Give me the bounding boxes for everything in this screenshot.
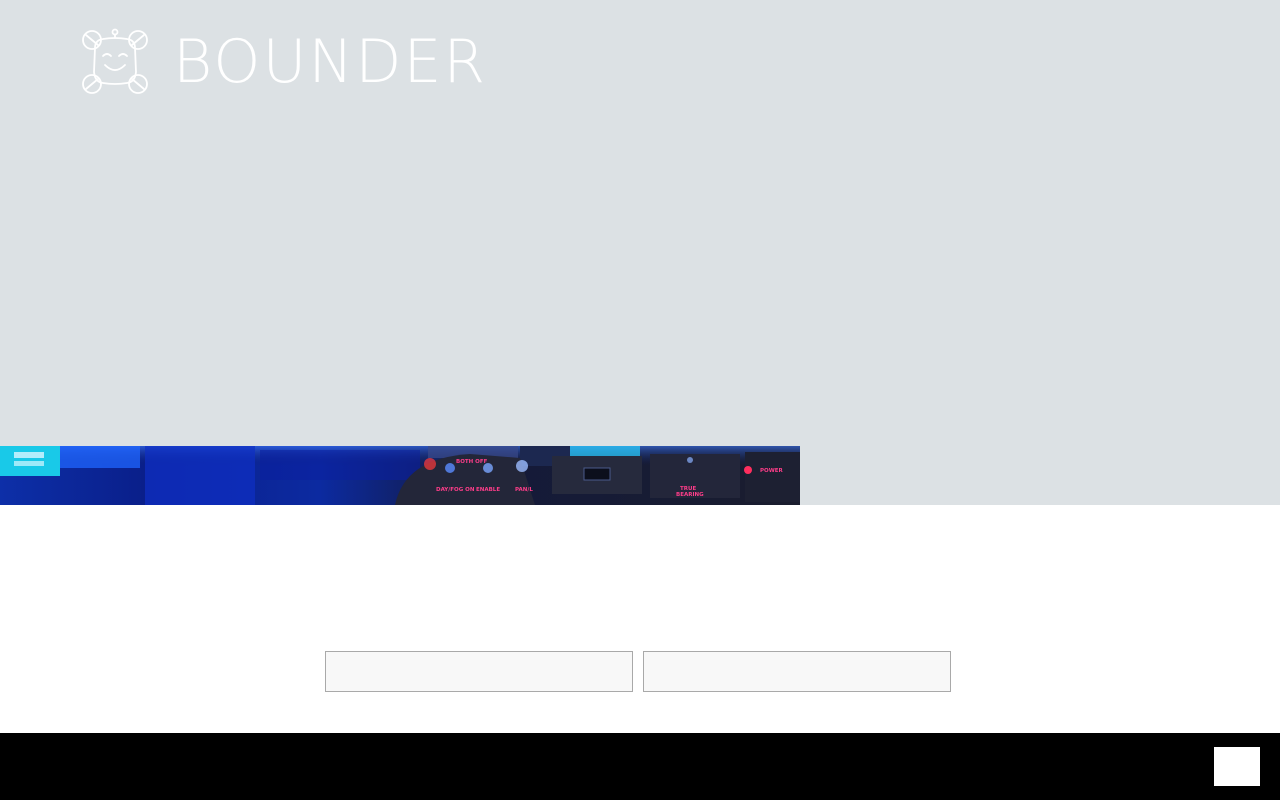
svg-text:ENABLE: ENABLE [476,487,500,493]
text-field-1[interactable] [325,651,633,692]
brand[interactable]: BOUNDER [81,28,487,96]
bounder-face-logo-icon [82,28,148,94]
svg-text:DAY/FOG ON: DAY/FOG ON [436,487,475,493]
svg-text:BOTH OFF: BOTH OFF [456,459,488,465]
svg-text:PAN/L: PAN/L [515,487,533,493]
input-row [325,651,951,692]
svg-text:BEARING: BEARING [676,492,704,498]
hero-section: BOUNDER BOTH OFF DAY/FOG ON ENABLE PAN/L… [0,0,1280,505]
cockpit-control-panel-photo: BOTH OFF DAY/FOG ON ENABLE PAN/L TRUE BE… [0,446,800,505]
footer-bar [0,733,1280,800]
text-field-2[interactable] [643,651,951,692]
brand-wordmark: BOUNDER [173,27,488,97]
svg-text:POWER: POWER [760,468,784,474]
footer-button[interactable] [1214,747,1260,786]
